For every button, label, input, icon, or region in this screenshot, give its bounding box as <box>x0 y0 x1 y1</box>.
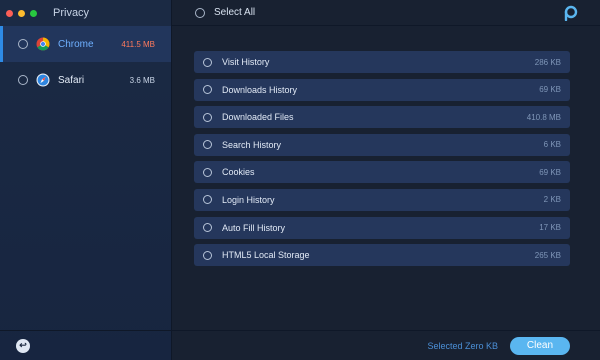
selected-size-text: Selected Zero KB <box>427 340 498 351</box>
list-item[interactable]: Downloads History 69 KB <box>194 78 570 101</box>
item-label: Visit History <box>222 57 270 67</box>
item-checkbox[interactable] <box>203 85 212 95</box>
chrome-icon <box>36 37 50 51</box>
item-label: Downloads History <box>222 84 298 95</box>
app-logo-icon <box>564 5 578 21</box>
chrome-checkbox[interactable] <box>18 39 28 49</box>
item-checkbox[interactable] <box>203 57 212 67</box>
item-size: 69 KB <box>539 85 561 95</box>
app-window: Privacy Chrome 411.5 MB Safari 3.6 MB ↩ … <box>0 0 600 360</box>
item-checkbox[interactable] <box>203 112 212 122</box>
privacy-item-list: Visit History 286 KB Downloads History 6… <box>194 51 570 272</box>
item-size: 6 KB <box>543 140 561 150</box>
item-size: 69 KB <box>539 167 561 177</box>
item-label: HTML5 Local Storage <box>222 250 310 261</box>
safari-icon <box>36 73 50 87</box>
safari-size: 3.6 MB <box>129 75 155 85</box>
item-size: 265 KB <box>534 250 561 260</box>
item-label: Cookies <box>222 167 255 178</box>
minimize-window-button[interactable] <box>18 9 25 17</box>
item-checkbox[interactable] <box>203 195 212 205</box>
select-all-label[interactable]: Select All <box>214 7 255 18</box>
clean-button[interactable]: Clean <box>510 336 570 355</box>
list-item[interactable]: Login History 2 KB <box>194 188 570 211</box>
select-all-checkbox[interactable] <box>195 7 205 18</box>
sidebar-item-safari[interactable]: Safari 3.6 MB <box>0 62 171 98</box>
back-arrow-icon[interactable]: ↩ <box>16 338 30 353</box>
item-label: Login History <box>222 194 275 205</box>
main-panel: Select All Visit History 286 KB Download… <box>172 0 600 360</box>
sidebar-title: Privacy <box>53 7 90 19</box>
sidebar-footer: ↩ <box>0 330 171 360</box>
sidebar: Privacy Chrome 411.5 MB Safari 3.6 MB ↩ <box>0 0 172 360</box>
item-size: 286 KB <box>534 57 561 67</box>
item-label: Downloaded Files <box>222 112 294 123</box>
chrome-label: Chrome <box>58 38 94 50</box>
sidebar-item-chrome[interactable]: Chrome 411.5 MB <box>0 26 171 62</box>
main-header: Select All <box>172 0 600 26</box>
list-item[interactable]: Cookies 69 KB <box>194 161 570 184</box>
main-footer: Selected Zero KB Clean <box>172 330 600 360</box>
list-item[interactable]: Downloaded Files 410.8 MB <box>194 106 570 129</box>
chrome-size: 411.5 MB <box>121 39 155 49</box>
zoom-window-button[interactable] <box>30 9 37 17</box>
titlebar: Privacy <box>0 0 171 26</box>
window-controls <box>6 9 37 17</box>
item-checkbox[interactable] <box>203 223 212 233</box>
list-item[interactable]: Auto Fill History 17 KB <box>194 216 570 239</box>
item-checkbox[interactable] <box>203 167 212 177</box>
item-size: 410.8 MB <box>526 112 561 122</box>
item-label: Auto Fill History <box>222 222 286 233</box>
list-item[interactable]: Search History 6 KB <box>194 133 570 156</box>
item-size: 17 KB <box>539 223 561 233</box>
safari-checkbox[interactable] <box>18 75 28 85</box>
item-checkbox[interactable] <box>203 250 212 260</box>
list-item[interactable]: Visit History 286 KB <box>194 51 570 73</box>
list-item[interactable]: HTML5 Local Storage 265 KB <box>194 244 570 267</box>
item-label: Search History <box>222 139 282 150</box>
close-window-button[interactable] <box>6 9 13 17</box>
item-size: 2 KB <box>543 195 561 205</box>
safari-label: Safari <box>58 74 85 86</box>
item-checkbox[interactable] <box>203 140 212 150</box>
